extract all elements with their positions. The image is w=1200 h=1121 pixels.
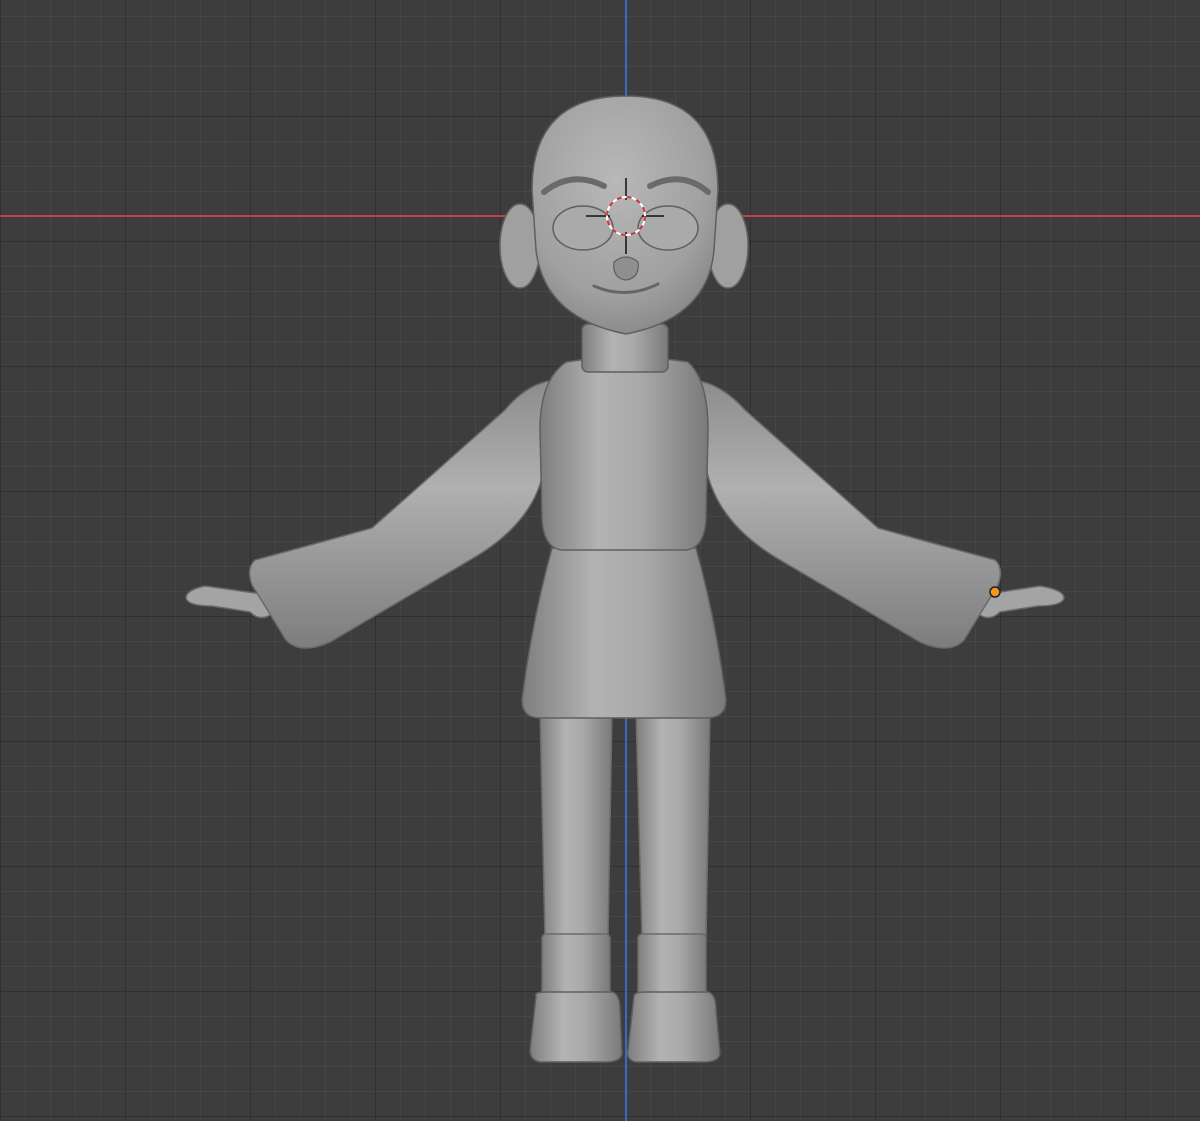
- left-leg: [529, 711, 623, 1063]
- torso: [539, 356, 709, 551]
- nose: [613, 256, 639, 281]
- right-eye: [637, 205, 699, 251]
- tunic-skirt: [521, 547, 727, 719]
- right-arm: [687, 379, 1065, 649]
- object-origin-icon: [989, 586, 1001, 598]
- right-leg: [626, 711, 721, 1063]
- 3d-viewport[interactable]: [0, 0, 1200, 1121]
- left-arm: [185, 379, 561, 649]
- left-eye: [552, 205, 614, 251]
- viewport-canvas[interactable]: [0, 0, 1200, 1121]
